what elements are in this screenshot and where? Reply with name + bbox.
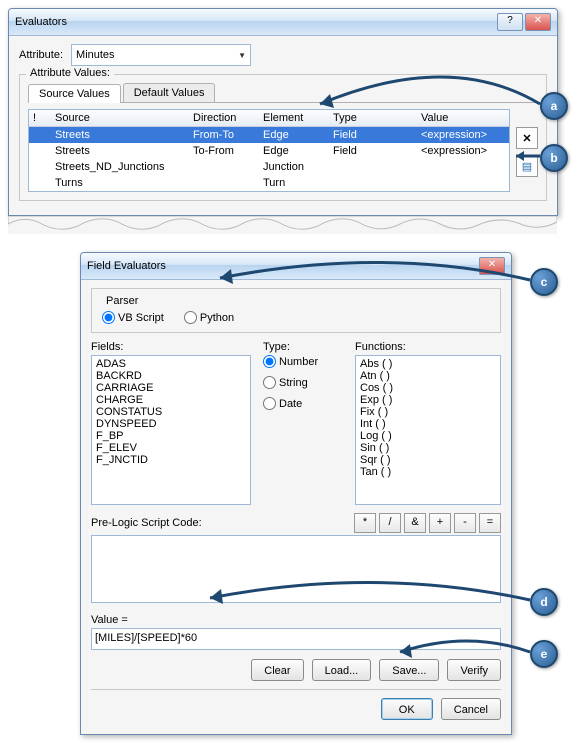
- op-minus-button[interactable]: -: [454, 513, 476, 533]
- clear-button[interactable]: Clear: [251, 659, 303, 681]
- value-textarea[interactable]: [91, 628, 501, 650]
- list-item[interactable]: Sin ( ): [360, 442, 496, 454]
- attribute-combo[interactable]: Minutes ▼: [71, 44, 251, 66]
- col-direction[interactable]: Direction: [189, 110, 259, 126]
- list-item[interactable]: Fix ( ): [360, 406, 496, 418]
- list-item[interactable]: Exp ( ): [360, 394, 496, 406]
- parser-python-radio[interactable]: Python: [184, 311, 234, 324]
- col-value[interactable]: Value: [417, 110, 509, 126]
- list-item[interactable]: CONSTATUS: [96, 406, 246, 418]
- fields-label: Fields:: [91, 341, 251, 353]
- functions-listbox[interactable]: Abs ( ) Atn ( ) Cos ( ) Exp ( ) Fix ( ) …: [355, 355, 501, 505]
- properties-icon: ▤: [522, 160, 532, 173]
- tab-default-values[interactable]: Default Values: [123, 83, 216, 102]
- type-string-radio[interactable]: String: [263, 376, 343, 389]
- list-item[interactable]: ADAS: [96, 358, 246, 370]
- close-button[interactable]: ✕: [525, 13, 551, 31]
- parser-vbscript-radio[interactable]: VB Script: [102, 311, 164, 324]
- close-button[interactable]: ✕: [479, 257, 505, 275]
- col-element[interactable]: Element: [259, 110, 329, 126]
- callout-c: c: [530, 268, 558, 296]
- grid-row[interactable]: Streets From-To Edge Field <expression>: [29, 127, 509, 143]
- evaluators-body: Attribute: Minutes ▼ Attribute Values: S…: [9, 36, 557, 215]
- delete-evaluator-button[interactable]: ✕: [516, 127, 538, 149]
- list-item[interactable]: DYNSPEED: [96, 418, 246, 430]
- list-item[interactable]: Int ( ): [360, 418, 496, 430]
- parser-label: Parser: [102, 295, 142, 307]
- x-icon: ✕: [522, 132, 531, 145]
- evaluators-titlebar: Evaluators ? ✕: [9, 9, 557, 36]
- callout-d: d: [530, 588, 558, 616]
- op-equals-button[interactable]: =: [479, 513, 501, 533]
- save-button[interactable]: Save...: [379, 659, 439, 681]
- torn-edge: [8, 216, 557, 234]
- evaluators-title: Evaluators: [15, 16, 497, 28]
- type-number-radio[interactable]: Number: [263, 355, 343, 368]
- list-item[interactable]: F_JNCTID: [96, 454, 246, 466]
- value-label: Value =: [91, 614, 501, 626]
- op-divide-button[interactable]: /: [379, 513, 401, 533]
- cancel-button[interactable]: Cancel: [441, 698, 501, 720]
- attribute-value: Minutes: [76, 49, 115, 61]
- parser-fieldset: Parser VB Script Python: [91, 288, 501, 333]
- attribute-values-group: Attribute Values: Source Values Default …: [19, 74, 547, 201]
- grid-header: ! Source Direction Element Type Value: [29, 110, 509, 127]
- list-item[interactable]: Sqr ( ): [360, 454, 496, 466]
- attribute-label: Attribute:: [19, 49, 63, 61]
- operator-buttons: * / & + - =: [354, 513, 501, 533]
- fields-listbox[interactable]: ADAS BACKRD CARRIAGE CHARGE CONSTATUS DY…: [91, 355, 251, 505]
- field-evaluators-body: Parser VB Script Python Fields: ADAS BAC…: [81, 280, 511, 734]
- list-item[interactable]: F_BP: [96, 430, 246, 442]
- list-item[interactable]: Cos ( ): [360, 382, 496, 394]
- help-button[interactable]: ?: [497, 13, 523, 31]
- type-date-radio[interactable]: Date: [263, 397, 343, 410]
- field-evaluators-titlebar: Field Evaluators ✕: [81, 253, 511, 280]
- functions-label: Functions:: [355, 341, 501, 353]
- field-evaluators-title: Field Evaluators: [87, 260, 479, 272]
- type-label: Type:: [263, 341, 343, 353]
- list-item[interactable]: BACKRD: [96, 370, 246, 382]
- callout-a: a: [540, 92, 568, 120]
- prelogic-textarea[interactable]: [91, 535, 501, 603]
- evaluators-grid[interactable]: ! Source Direction Element Type Value St…: [28, 109, 510, 192]
- list-item[interactable]: Log ( ): [360, 430, 496, 442]
- verify-button[interactable]: Verify: [447, 659, 501, 681]
- list-item[interactable]: F_ELEV: [96, 442, 246, 454]
- grid-row[interactable]: Streets To-From Edge Field <expression>: [29, 143, 509, 159]
- grid-row[interactable]: Turns Turn: [29, 175, 509, 191]
- op-concat-button[interactable]: &: [404, 513, 426, 533]
- list-item[interactable]: CARRIAGE: [96, 382, 246, 394]
- col-source[interactable]: Source: [51, 110, 189, 126]
- grid-row[interactable]: Streets_ND_Junctions Junction: [29, 159, 509, 175]
- tab-source-values[interactable]: Source Values: [28, 84, 121, 103]
- list-item[interactable]: CHARGE: [96, 394, 246, 406]
- ok-button[interactable]: OK: [381, 698, 433, 720]
- callout-e: e: [530, 640, 558, 668]
- chevron-down-icon: ▼: [238, 51, 246, 60]
- evaluator-properties-button[interactable]: ▤: [516, 155, 538, 177]
- evaluators-window: Evaluators ? ✕ Attribute: Minutes ▼ Attr…: [8, 8, 558, 216]
- field-evaluators-window: Field Evaluators ✕ Parser VB Script Pyth…: [80, 252, 512, 735]
- window-controls: ? ✕: [497, 13, 551, 31]
- values-tabs: Source Values Default Values: [28, 83, 538, 103]
- prelogic-label: Pre-Logic Script Code:: [91, 517, 202, 529]
- attribute-values-label: Attribute Values:: [26, 67, 114, 79]
- op-plus-button[interactable]: +: [429, 513, 451, 533]
- list-item[interactable]: Abs ( ): [360, 358, 496, 370]
- op-multiply-button[interactable]: *: [354, 513, 376, 533]
- load-button[interactable]: Load...: [312, 659, 372, 681]
- col-bang[interactable]: !: [29, 110, 51, 126]
- list-item[interactable]: Tan ( ): [360, 466, 496, 478]
- list-item[interactable]: Atn ( ): [360, 370, 496, 382]
- col-type[interactable]: Type: [329, 110, 417, 126]
- callout-b: b: [540, 144, 568, 172]
